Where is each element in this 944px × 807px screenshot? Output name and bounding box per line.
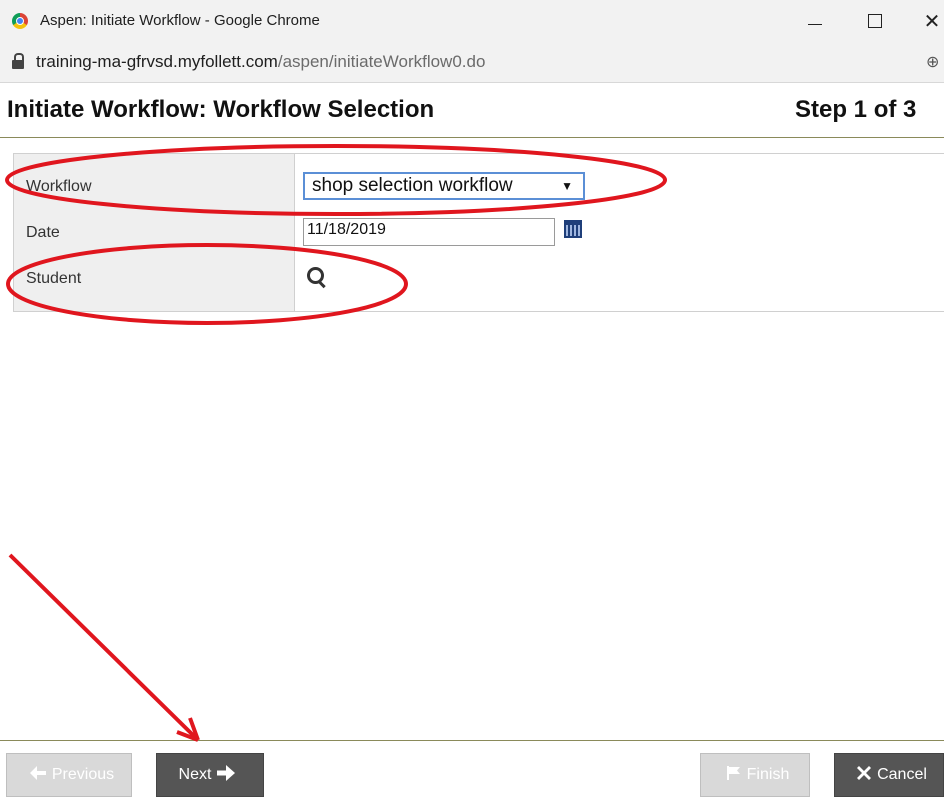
student-label: Student — [26, 270, 82, 287]
next-pointer-arrow — [8, 553, 200, 742]
arrow-left-icon — [29, 765, 46, 785]
close-icon: ✕ — [923, 10, 941, 33]
window-titlebar: Aspen: Initiate Workflow - Google Chrome… — [0, 0, 944, 42]
url-text[interactable]: training-ma-gfrvsd.myfollett.com/aspen/i… — [36, 52, 485, 72]
window-title: Aspen: Initiate Workflow - Google Chrome — [40, 12, 320, 29]
workflow-select[interactable]: shop selection workflow ▼ — [303, 172, 585, 200]
workflow-select-value: shop selection workflow — [312, 175, 513, 196]
lock-icon — [12, 53, 24, 69]
url-path: /aspen/initiateWorkflow0.do — [277, 52, 486, 71]
dropdown-arrow-icon: ▼ — [561, 179, 573, 193]
finish-button[interactable]: Finish — [700, 753, 810, 797]
maximize-icon — [868, 14, 882, 28]
url-host: training-ma-gfrvsd.myfollett.com — [36, 52, 278, 71]
address-bar[interactable]: training-ma-gfrvsd.myfollett.com/aspen/i… — [0, 42, 944, 83]
date-field[interactable]: 11/18/2019 — [303, 218, 555, 246]
workflow-form: Workflow Date Student shop selection wor… — [13, 153, 944, 312]
page-title: Initiate Workflow: Workflow Selection — [7, 96, 435, 123]
minimize-button[interactable] — [795, 6, 835, 36]
footer-divider — [0, 740, 944, 741]
close-window-button[interactable]: ✕ — [912, 6, 944, 36]
search-icon[interactable] — [307, 267, 327, 289]
minimize-icon — [808, 23, 822, 25]
finish-label: Finish — [746, 766, 790, 783]
next-button[interactable]: Next — [156, 753, 264, 797]
previous-button[interactable]: Previous — [6, 753, 132, 797]
x-icon — [857, 765, 872, 785]
step-indicator: Step 1 of 3 — [795, 96, 917, 123]
form-label-column: Workflow Date Student — [14, 154, 295, 311]
calendar-icon[interactable] — [564, 220, 582, 238]
next-pointer-arrowhead — [176, 717, 200, 742]
zoom-icon[interactable]: ⊕ — [926, 52, 939, 72]
maximize-button[interactable] — [855, 6, 895, 36]
cancel-label: Cancel — [877, 766, 927, 783]
previous-label: Previous — [51, 766, 115, 783]
workflow-label: Workflow — [26, 178, 92, 195]
chrome-logo-icon — [12, 13, 28, 29]
date-label: Date — [26, 224, 60, 241]
flag-icon — [726, 765, 741, 785]
cancel-button[interactable]: Cancel — [834, 753, 944, 797]
next-label: Next — [178, 766, 212, 783]
header-divider — [0, 137, 944, 138]
arrow-right-icon — [217, 764, 236, 786]
